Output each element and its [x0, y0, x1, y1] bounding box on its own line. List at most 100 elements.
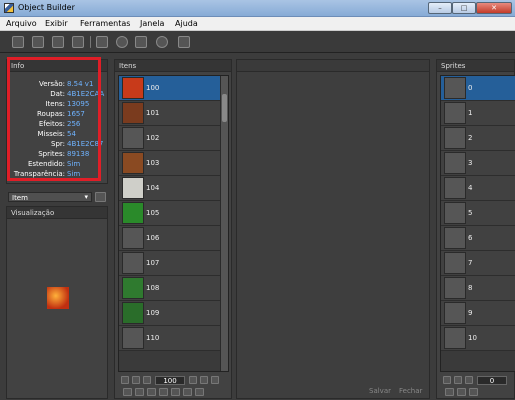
- last-page-icon[interactable]: [211, 376, 219, 384]
- list-item[interactable]: 5: [441, 201, 515, 226]
- sprite-thumbnail: [444, 277, 466, 299]
- new-file-icon[interactable]: [12, 36, 24, 48]
- items-list[interactable]: 100 101 102 103 104 105 106 107 108 109 …: [118, 75, 229, 372]
- list-item[interactable]: 3: [441, 151, 515, 176]
- sprite-thumbnail: [444, 77, 466, 99]
- menu-exibir[interactable]: Exibir: [45, 19, 68, 28]
- sprites-prev-page-icon[interactable]: [465, 376, 473, 384]
- sprite-thumbnail: [444, 252, 466, 274]
- save-icon[interactable]: [52, 36, 64, 48]
- prev-page-icon[interactable]: [143, 376, 151, 384]
- editor-panel: Salvar Fechar: [236, 59, 430, 399]
- first-page-icon[interactable]: [121, 376, 129, 384]
- list-item[interactable]: 101: [119, 101, 220, 126]
- list-item[interactable]: 103: [119, 151, 220, 176]
- item-thumbnail: [122, 327, 144, 349]
- list-item[interactable]: 100: [119, 76, 220, 101]
- sprites-list[interactable]: 0 1 2 3 4 5 6 7 8 9 10: [440, 75, 515, 372]
- sprite-id: 7: [468, 259, 473, 267]
- sprites-panel: Sprites 0 1 2 3 4 5 6 7 8 9 10 0: [436, 59, 515, 399]
- item-thumbnail: [122, 152, 144, 174]
- sprites-prev-fast-icon[interactable]: [454, 376, 462, 384]
- app-icon: [4, 3, 14, 13]
- scrollbar-thumb[interactable]: [222, 94, 227, 122]
- menu-ferramentas[interactable]: Ferramentas: [80, 19, 130, 28]
- export-icon[interactable]: [147, 388, 156, 396]
- sprite-id: 10: [468, 334, 477, 342]
- toolbar-separator: [90, 36, 91, 48]
- item-id: 100: [146, 84, 160, 92]
- list-item[interactable]: 108: [119, 276, 220, 301]
- items-scrollbar[interactable]: [220, 76, 228, 371]
- list-item[interactable]: 102: [119, 126, 220, 151]
- sprite-id: 2: [468, 134, 473, 142]
- list-item[interactable]: 7: [441, 251, 515, 276]
- sprites-export-icon[interactable]: [469, 388, 478, 396]
- item-thumbnail: [122, 252, 144, 274]
- list-item[interactable]: 6: [441, 226, 515, 251]
- duplicate-icon[interactable]: [171, 388, 180, 396]
- sprite-id: 3: [468, 159, 473, 167]
- save-button[interactable]: Salvar: [369, 387, 391, 395]
- list-item[interactable]: 0: [441, 76, 515, 101]
- sprite-thumbnail: [444, 327, 466, 349]
- page-input[interactable]: 100: [155, 376, 185, 385]
- list-item[interactable]: 107: [119, 251, 220, 276]
- edit-icon[interactable]: [159, 388, 168, 396]
- animation-icon[interactable]: [156, 36, 168, 48]
- search-icon[interactable]: [116, 36, 128, 48]
- list-item[interactable]: 104: [119, 176, 220, 201]
- sprite-id: 4: [468, 184, 473, 192]
- list-item[interactable]: 8: [441, 276, 515, 301]
- close-editor-button[interactable]: Fechar: [399, 387, 422, 395]
- list-item[interactable]: 110: [119, 326, 220, 351]
- add-icon[interactable]: [183, 388, 192, 396]
- next-fast-icon[interactable]: [200, 376, 208, 384]
- delete-icon[interactable]: [195, 388, 204, 396]
- category-options-icon[interactable]: [95, 192, 106, 202]
- minimize-button[interactable]: –: [428, 2, 452, 14]
- settings-icon[interactable]: [178, 36, 190, 48]
- workspace: Info Versão: 8.54 v1 Dat: 4B1E2CAA Itens: 1…: [0, 53, 515, 400]
- grid-icon[interactable]: [96, 36, 108, 48]
- preview-header: Visualização: [7, 207, 107, 219]
- next-page-icon[interactable]: [189, 376, 197, 384]
- list-item[interactable]: 106: [119, 226, 220, 251]
- sprite-thumbnail: [444, 127, 466, 149]
- sprites-first-page-icon[interactable]: [443, 376, 451, 384]
- chevron-down-icon: ▾: [84, 193, 88, 201]
- category-select[interactable]: Item ▾: [8, 192, 92, 202]
- sprites-import-icon[interactable]: [457, 388, 466, 396]
- item-id: 102: [146, 134, 160, 142]
- item-id: 109: [146, 309, 160, 317]
- items-header: Itens: [115, 60, 231, 72]
- list-item[interactable]: 10: [441, 326, 515, 351]
- item-thumbnail: [122, 302, 144, 324]
- replace-icon[interactable]: [123, 388, 132, 396]
- item-id: 103: [146, 159, 160, 167]
- list-item[interactable]: 1: [441, 101, 515, 126]
- sprite-thumbnail: [444, 102, 466, 124]
- sprites-header: Sprites: [437, 60, 514, 72]
- close-button[interactable]: ✕: [476, 2, 512, 14]
- item-thumbnail: [122, 227, 144, 249]
- list-item[interactable]: 4: [441, 176, 515, 201]
- compile-icon[interactable]: [72, 36, 84, 48]
- list-item[interactable]: 9: [441, 301, 515, 326]
- menu-ajuda[interactable]: Ajuda: [175, 19, 198, 28]
- window-title: Object Builder: [18, 3, 75, 12]
- menu-janela[interactable]: Janela: [140, 19, 164, 28]
- open-folder-icon[interactable]: [32, 36, 44, 48]
- prev-fast-icon[interactable]: [132, 376, 140, 384]
- menu-arquivo[interactable]: Arquivo: [6, 19, 37, 28]
- title-bar: Object Builder – □ ✕: [0, 0, 515, 17]
- import-icon[interactable]: [135, 388, 144, 396]
- spritesheet-icon[interactable]: [135, 36, 147, 48]
- maximize-button[interactable]: □: [452, 2, 476, 14]
- list-item[interactable]: 109: [119, 301, 220, 326]
- list-item[interactable]: 2: [441, 126, 515, 151]
- sprites-page-input[interactable]: 0: [477, 376, 507, 385]
- sprites-replace-icon[interactable]: [445, 388, 454, 396]
- list-item[interactable]: 105: [119, 201, 220, 226]
- item-id: 105: [146, 209, 160, 217]
